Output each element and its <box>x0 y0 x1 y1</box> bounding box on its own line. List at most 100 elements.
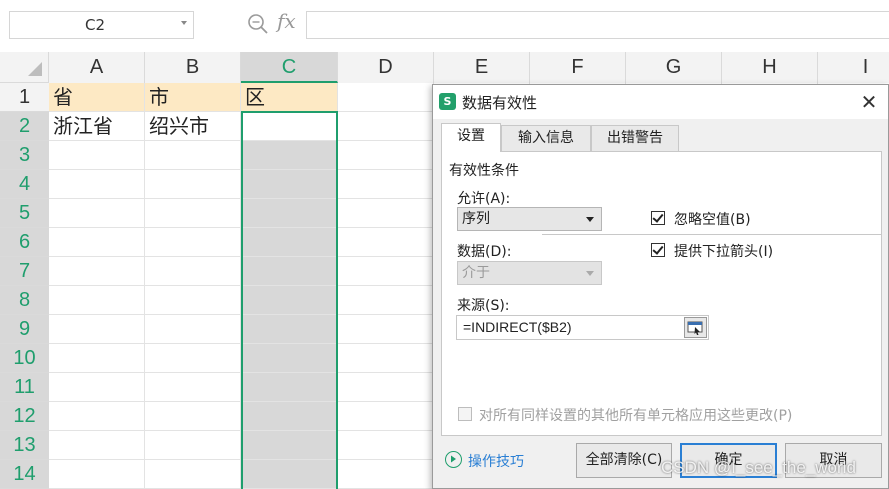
column-header-d[interactable]: D <box>338 52 434 83</box>
cell-a7[interactable] <box>49 257 145 286</box>
cell-b9[interactable] <box>145 315 241 344</box>
cell-d14[interactable] <box>338 460 434 489</box>
cell-a12[interactable] <box>49 402 145 431</box>
row-header-10[interactable]: 10 <box>0 344 49 373</box>
cell-d2[interactable] <box>338 112 434 141</box>
cell-a1[interactable]: 省 <box>49 83 145 112</box>
cell-a3[interactable] <box>49 141 145 170</box>
tab-error-alert[interactable]: 出错警告 <box>591 125 679 151</box>
range-picker-button[interactable] <box>684 317 707 338</box>
group-divider <box>542 234 881 235</box>
column-header-b[interactable]: B <box>145 52 241 83</box>
row-header-9[interactable]: 9 <box>0 315 49 344</box>
cell-d12[interactable] <box>338 402 434 431</box>
cell-a10[interactable] <box>49 344 145 373</box>
cell-b10[interactable] <box>145 344 241 373</box>
cell-d4[interactable] <box>338 170 434 199</box>
select-all-corner[interactable] <box>0 52 49 83</box>
cell-b1[interactable]: 市 <box>145 83 241 112</box>
play-circle-icon[interactable] <box>445 451 462 468</box>
row-header-6[interactable]: 6 <box>0 228 49 257</box>
column-header-g[interactable]: G <box>626 52 722 83</box>
cell-a5[interactable] <box>49 199 145 228</box>
column-header-e[interactable]: E <box>434 52 530 83</box>
cell-b3[interactable] <box>145 141 241 170</box>
dropdown-arrow-checkbox[interactable] <box>651 243 665 257</box>
cell-b2[interactable]: 绍兴市 <box>145 112 241 141</box>
cell-a13[interactable] <box>49 431 145 460</box>
column-header-c[interactable]: C <box>241 52 338 83</box>
fx-icon[interactable]: fx <box>277 9 296 33</box>
cell-b11[interactable] <box>145 373 241 402</box>
formula-input[interactable] <box>306 11 889 39</box>
cell-d8[interactable] <box>338 286 434 315</box>
clear-all-button[interactable]: 全部清除(C) <box>576 443 672 478</box>
checkmark-icon <box>652 211 664 223</box>
dropdown-arrow-icon[interactable] <box>181 21 187 25</box>
row-header-11[interactable]: 11 <box>0 373 49 402</box>
cell-a11[interactable] <box>49 373 145 402</box>
cell-b7[interactable] <box>145 257 241 286</box>
cell-a4[interactable] <box>49 170 145 199</box>
cell-d9[interactable] <box>338 315 434 344</box>
range-picker-icon <box>687 321 703 335</box>
cell-a2[interactable]: 浙江省 <box>49 112 145 141</box>
row-header-1[interactable]: 1 <box>0 83 49 112</box>
row-header-2[interactable]: 2 <box>0 112 49 141</box>
cell-b8[interactable] <box>145 286 241 315</box>
ignore-blank-label[interactable]: 忽略空值(B) <box>674 209 751 229</box>
cell-d5[interactable] <box>338 199 434 228</box>
ignore-blank-checkbox[interactable] <box>651 211 665 225</box>
tips-link[interactable]: 操作技巧 <box>468 451 524 471</box>
cell-d10[interactable] <box>338 344 434 373</box>
cell-c1[interactable]: 区 <box>241 83 338 112</box>
tab-input-message[interactable]: 输入信息 <box>501 125 591 151</box>
close-icon[interactable]: ✕ <box>857 90 881 114</box>
cell-b13[interactable] <box>145 431 241 460</box>
apply-all-checkbox[interactable] <box>458 407 472 421</box>
allow-select[interactable]: 序列 <box>457 207 602 231</box>
cell-d7[interactable] <box>338 257 434 286</box>
row-header-13[interactable]: 13 <box>0 431 49 460</box>
data-select[interactable]: 介于 <box>457 261 602 285</box>
row-header-5[interactable]: 5 <box>0 199 49 228</box>
dropdown-arrow-label[interactable]: 提供下拉箭头(I) <box>674 241 773 261</box>
allow-select-value: 序列 <box>462 211 490 227</box>
group-title: 有效性条件 <box>449 163 519 179</box>
column-header-i[interactable]: I <box>818 52 889 83</box>
watermark: CSDN @I_see_the_world <box>661 458 856 477</box>
row-header-4[interactable]: 4 <box>0 170 49 199</box>
apply-all-label[interactable]: 对所有同样设置的其他所有单元格应用这些更改(P) <box>479 405 792 425</box>
zoom-icon[interactable] <box>247 13 269 35</box>
cell-b5[interactable] <box>145 199 241 228</box>
name-box[interactable]: C2 <box>9 11 194 39</box>
column-header-a[interactable]: A <box>49 52 145 83</box>
row-header-14[interactable]: 14 <box>0 460 49 489</box>
cell-b12[interactable] <box>145 402 241 431</box>
row-header-12[interactable]: 12 <box>0 402 49 431</box>
dialog-title-bar[interactable]: S 数据有效性 ✕ <box>433 85 888 119</box>
row-header-8[interactable]: 8 <box>0 286 49 315</box>
dialog-title: 数据有效性 <box>462 94 538 112</box>
cell-d3[interactable] <box>338 141 434 170</box>
allow-label: 允许(A): <box>457 191 511 207</box>
cell-d11[interactable] <box>338 373 434 402</box>
cell-b6[interactable] <box>145 228 241 257</box>
cell-d6[interactable] <box>338 228 434 257</box>
cell-a6[interactable] <box>49 228 145 257</box>
cell-b4[interactable] <box>145 170 241 199</box>
cell-a9[interactable] <box>49 315 145 344</box>
column-header-f[interactable]: F <box>530 52 626 83</box>
row-header-3[interactable]: 3 <box>0 141 49 170</box>
row-header-7[interactable]: 7 <box>0 257 49 286</box>
cell-b14[interactable] <box>145 460 241 489</box>
source-label: 来源(S): <box>457 298 510 314</box>
cell-d13[interactable] <box>338 431 434 460</box>
tab-settings[interactable]: 设置 <box>441 123 501 152</box>
cell-d1[interactable] <box>338 83 434 112</box>
source-input[interactable]: =INDIRECT($B2) <box>456 315 709 340</box>
chevron-down-icon <box>586 271 594 276</box>
cell-a8[interactable] <box>49 286 145 315</box>
column-header-h[interactable]: H <box>722 52 818 83</box>
cell-a14[interactable] <box>49 460 145 489</box>
